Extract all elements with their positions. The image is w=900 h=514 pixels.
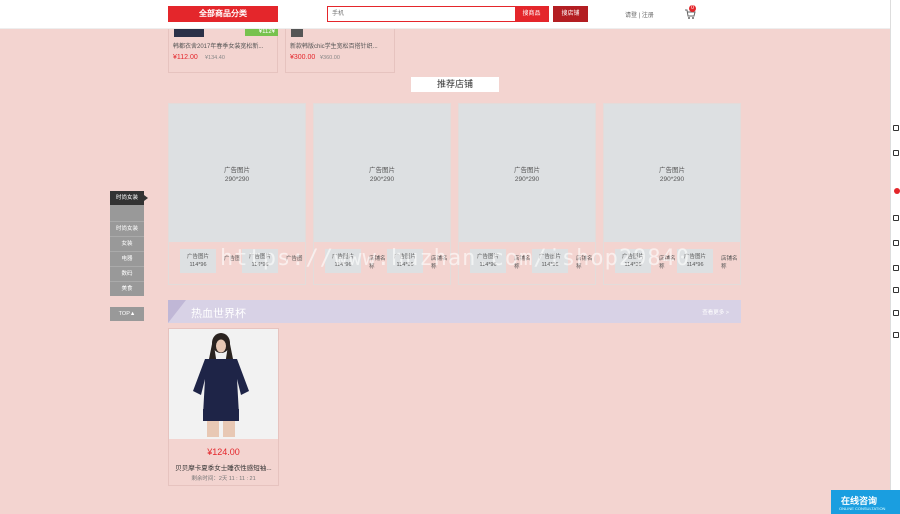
ad-size: 114*96	[189, 262, 207, 268]
user-icon[interactable]	[893, 125, 899, 131]
online-consult-button[interactable]: 在线咨询 ONLINE CONSULTATION	[831, 490, 900, 514]
countdown-timer: 剩余时间：2天 11 : 11 : 21	[191, 476, 256, 482]
floor-nav-item[interactable]: 女装	[110, 236, 144, 251]
back-to-top-button[interactable]: TOP▲	[110, 307, 144, 321]
ad-label: 广告图片	[186, 254, 209, 260]
product-image	[291, 29, 303, 37]
phone-icon[interactable]	[893, 310, 899, 316]
right-toolbar	[890, 0, 900, 514]
floor-nav-item[interactable]: 美食	[110, 281, 144, 296]
product-price: ¥112.00	[173, 54, 198, 61]
floor-nav-item[interactable]: 时尚女装	[110, 221, 144, 236]
search-input[interactable]	[332, 7, 512, 21]
ad-size: 290*290	[369, 176, 395, 183]
floor-nav-head[interactable]: 时尚女装	[110, 191, 148, 205]
product-name[interactable]: 贝贝摩卡夏季女士睡衣性感短袖...	[169, 462, 278, 472]
mini-name[interactable]: 店铺名称	[721, 255, 741, 271]
ad-size: 290*290	[514, 176, 540, 183]
product-name[interactable]: 新款韩版chic学生宽松百搭针织...	[290, 41, 378, 50]
worldcup-banner: 热血世界杯 查看更多 >	[168, 300, 741, 323]
store-ad-image[interactable]: 广告图片 290*290	[169, 104, 305, 242]
view-more-link[interactable]: 查看更多 >	[702, 308, 729, 316]
login-register-link[interactable]: 请登 | 注册	[625, 10, 654, 19]
search-box: 搜商品	[327, 6, 549, 22]
notification-dot	[894, 188, 900, 194]
product-card[interactable]: ¥124.00 贝贝摩卡夏季女士睡衣性感短袖... 剩余时间：2天 11 : 1…	[168, 328, 279, 486]
ad-label: 广告图片	[514, 167, 540, 174]
star-icon[interactable]	[893, 265, 899, 271]
cart-icon[interactable]	[893, 150, 899, 156]
product-image	[174, 29, 204, 37]
heart-icon[interactable]	[893, 215, 899, 221]
product-image[interactable]	[169, 329, 278, 439]
search-products-button[interactable]: 搜商品	[515, 7, 548, 21]
search-stores-button[interactable]: 搜店铺	[553, 6, 588, 22]
ad-label: 广告图片	[224, 167, 250, 174]
store-ad-image[interactable]: 广告图片 290*290	[314, 104, 450, 242]
ad-size: 290*290	[224, 176, 250, 183]
product-old-price: ¥134.40	[205, 55, 225, 61]
floor-nav-item[interactable]: 电器	[110, 251, 144, 266]
store-ad-image[interactable]: 广告图片 290*290	[459, 104, 595, 242]
product-price: ¥124.00	[207, 447, 240, 457]
all-categories-button[interactable]: 全部商品分类	[168, 6, 278, 22]
product-card[interactable]: 新款韩版chic学生宽松百搭针织... ¥300.00 ¥360.00	[285, 29, 395, 73]
chat-icon[interactable]	[893, 287, 899, 293]
ad-label: 广告图片	[659, 167, 685, 174]
consult-sublabel: ONLINE CONSULTATION	[839, 506, 886, 511]
product-name[interactable]: 韩都衣舍2017年春季女装宽松新...	[173, 41, 263, 50]
ad-label: 广告图片	[369, 167, 395, 174]
floor-nav-item[interactable]: 数码	[110, 266, 144, 281]
price-tag: ¥112¥	[245, 29, 278, 36]
clock-icon[interactable]	[893, 240, 899, 246]
mini-ad-image[interactable]: 广告图片 114*96	[180, 249, 216, 273]
floor-nav-gap	[110, 205, 144, 221]
banner-corner	[168, 300, 186, 323]
top-icon[interactable]	[893, 332, 899, 338]
watermark-url: https://www.huzhan.com/ishop29840	[220, 246, 691, 271]
top-bar: 全部商品分类 搜商品 搜店铺 请登 | 注册 0	[0, 0, 890, 29]
cart-count-badge: 0	[689, 5, 696, 12]
floor-nav: 时尚女装 时尚女装 女装 电器 数码 美食 TOP▲	[110, 191, 148, 321]
store-ad-image[interactable]: 广告图片 290*290	[604, 104, 740, 242]
section-title-recommend: 推荐店铺	[411, 77, 499, 92]
section-title-worldcup: 热血世界杯	[191, 308, 246, 320]
ad-size: 290*290	[659, 176, 685, 183]
product-old-price: ¥360.00	[320, 55, 340, 61]
product-price: ¥300.00	[290, 54, 316, 61]
